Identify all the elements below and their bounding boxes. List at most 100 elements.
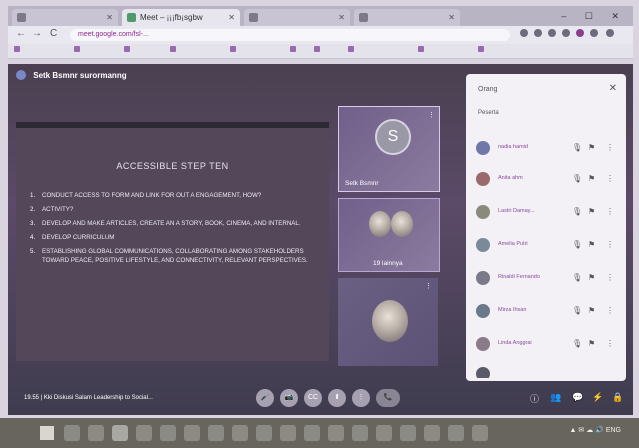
meet-logo-icon xyxy=(16,70,26,80)
extension-icon[interactable] xyxy=(520,29,528,37)
extension-icon[interactable] xyxy=(562,29,570,37)
browser-tab-4[interactable]: ✕ xyxy=(354,9,460,26)
bookmark-item[interactable] xyxy=(230,46,239,53)
camera-toggle-button[interactable]: 📷 xyxy=(280,389,298,407)
bookmark-item[interactable] xyxy=(14,46,23,53)
mic-icon[interactable]: 🎙 xyxy=(572,143,582,152)
participant-tile-others[interactable]: 19 lainnya xyxy=(338,198,440,272)
camera-icon[interactable] xyxy=(376,425,392,441)
more-options-icon[interactable]: ⋮ xyxy=(606,273,614,282)
close-tab-icon[interactable]: ✕ xyxy=(106,9,113,26)
participant-row[interactable] xyxy=(476,366,621,378)
calculator-icon[interactable] xyxy=(472,425,488,441)
more-options-icon[interactable]: ⋮ xyxy=(425,282,432,290)
windows-start-icon[interactable] xyxy=(40,426,54,440)
extension-icon[interactable] xyxy=(548,29,556,37)
mic-icon[interactable]: 🎙 xyxy=(572,339,582,348)
paint-icon[interactable] xyxy=(400,425,416,441)
window-controls[interactable]: – ☐ ✕ xyxy=(561,6,627,26)
mic-icon[interactable]: 🎙 xyxy=(572,273,582,282)
browser-tab-strip: ✕ Meet – ¡¡¡fb¡sgbw ✕ ✕ ✕ – ☐ ✕ xyxy=(8,6,633,26)
profile-avatar-icon[interactable] xyxy=(576,29,584,37)
bookmark-item[interactable] xyxy=(348,46,357,53)
slide-item-text: DEVELOP AND MAKE ARTICLES, CREATE AN A S… xyxy=(42,220,301,227)
store-icon[interactable] xyxy=(304,425,320,441)
captions-button[interactable]: CC xyxy=(304,389,322,407)
close-tab-icon[interactable]: ✕ xyxy=(338,9,345,26)
more-options-icon[interactable]: ⋮ xyxy=(606,207,614,216)
more-options-icon[interactable]: ⋮ xyxy=(606,240,614,249)
participant-row[interactable]: Linda Anggrai 🎙 ⚑ ⋮ xyxy=(476,336,621,354)
mic-icon[interactable]: 🎙 xyxy=(572,174,582,183)
people-icon[interactable]: 👥 xyxy=(550,392,561,403)
photos-icon[interactable] xyxy=(280,425,296,441)
reload-icon[interactable]: C xyxy=(50,28,57,39)
zoom-icon[interactable] xyxy=(208,425,224,441)
pin-icon[interactable]: ⚑ xyxy=(588,143,595,152)
leave-call-button[interactable]: 📞 xyxy=(376,389,400,407)
participant-row[interactable]: Amelia Putri 🎙 ⚑ ⋮ xyxy=(476,237,621,255)
participant-row[interactable]: Mirza Ihsan 🎙 ⚑ ⋮ xyxy=(476,303,621,321)
pin-icon[interactable]: ⚑ xyxy=(588,306,595,315)
system-tray[interactable]: ▲ ✉ ☁ 🔊 ENG xyxy=(570,426,621,434)
settings-icon[interactable] xyxy=(328,425,344,441)
bookmark-item[interactable] xyxy=(418,46,427,53)
bookmark-item[interactable] xyxy=(290,46,299,53)
mic-icon[interactable]: 🎙 xyxy=(572,306,582,315)
file-explorer-icon[interactable] xyxy=(64,425,80,441)
extension-icon[interactable] xyxy=(590,29,598,37)
participant-row[interactable]: Lastri Damay... 🎙 ⚑ ⋮ xyxy=(476,204,621,222)
participant-row[interactable]: Rinaldi Fernando 🎙 ⚑ ⋮ xyxy=(476,270,621,288)
bookmark-item[interactable] xyxy=(314,46,323,53)
extension-icon[interactable] xyxy=(534,29,542,37)
bookmark-item[interactable] xyxy=(170,46,179,53)
more-options-icon[interactable]: ⋮ xyxy=(428,111,435,119)
pin-icon[interactable]: ⚑ xyxy=(588,240,595,249)
more-options-button[interactable]: ⋮ xyxy=(352,389,370,407)
pin-icon[interactable]: ⚑ xyxy=(588,174,595,183)
edge-icon[interactable] xyxy=(88,425,104,441)
avatar xyxy=(476,271,490,285)
bookmark-item[interactable] xyxy=(74,46,83,53)
info-icon[interactable]: ⓘ xyxy=(530,392,539,405)
participant-tile-presenter[interactable]: S ⋮ Setk Bsmnr xyxy=(338,106,440,192)
browser-tab-1[interactable]: ✕ xyxy=(12,9,118,26)
host-controls-icon[interactable]: 🔒 xyxy=(612,392,623,403)
chat-icon[interactable]: 💬 xyxy=(572,392,583,403)
vlc-icon[interactable] xyxy=(256,425,272,441)
bookmark-item[interactable] xyxy=(478,46,487,53)
mic-toggle-button[interactable]: 🎤 xyxy=(256,389,274,407)
bookmark-item[interactable] xyxy=(124,46,133,53)
teams-icon[interactable] xyxy=(232,425,248,441)
forward-icon[interactable]: → xyxy=(32,28,42,39)
participant-row[interactable]: nadia hamid 🎙 ⚑ ⋮ xyxy=(476,140,621,158)
more-options-icon[interactable]: ⋮ xyxy=(606,306,614,315)
pin-icon[interactable]: ⚑ xyxy=(588,339,595,348)
powerpoint-icon[interactable] xyxy=(184,425,200,441)
back-icon[interactable]: ← xyxy=(16,28,26,39)
activities-icon[interactable]: ⚡ xyxy=(592,392,603,403)
close-tab-icon[interactable]: ✕ xyxy=(228,9,235,26)
mic-icon[interactable]: 🎙 xyxy=(572,207,582,216)
address-bar[interactable]: meet.google.com/fsl-... xyxy=(70,29,510,41)
mail-icon[interactable] xyxy=(424,425,440,441)
browser-tab-meet[interactable]: Meet – ¡¡¡fb¡sgbw ✕ xyxy=(122,9,240,26)
participant-row[interactable]: Anita ahm 🎙 ⚑ ⋮ xyxy=(476,171,621,189)
close-icon[interactable]: ✕ xyxy=(609,83,617,94)
pin-icon[interactable]: ⚑ xyxy=(588,207,595,216)
more-options-icon[interactable]: ⋮ xyxy=(606,143,614,152)
calendar-icon[interactable] xyxy=(448,425,464,441)
mic-icon[interactable]: 🎙 xyxy=(572,240,582,249)
notes-icon[interactable] xyxy=(352,425,368,441)
more-options-icon[interactable]: ⋮ xyxy=(606,174,614,183)
present-button[interactable]: ⬆ xyxy=(328,389,346,407)
browser-tab-3[interactable]: ✕ xyxy=(244,9,350,26)
pin-icon[interactable]: ⚑ xyxy=(588,273,595,282)
excel-icon[interactable] xyxy=(160,425,176,441)
self-view-tile[interactable]: ⋮ xyxy=(338,278,438,366)
chrome-icon[interactable] xyxy=(112,425,128,441)
more-options-icon[interactable]: ⋮ xyxy=(606,339,614,348)
word-icon[interactable] xyxy=(136,425,152,441)
close-tab-icon[interactable]: ✕ xyxy=(448,9,455,26)
menu-icon[interactable] xyxy=(606,29,614,37)
